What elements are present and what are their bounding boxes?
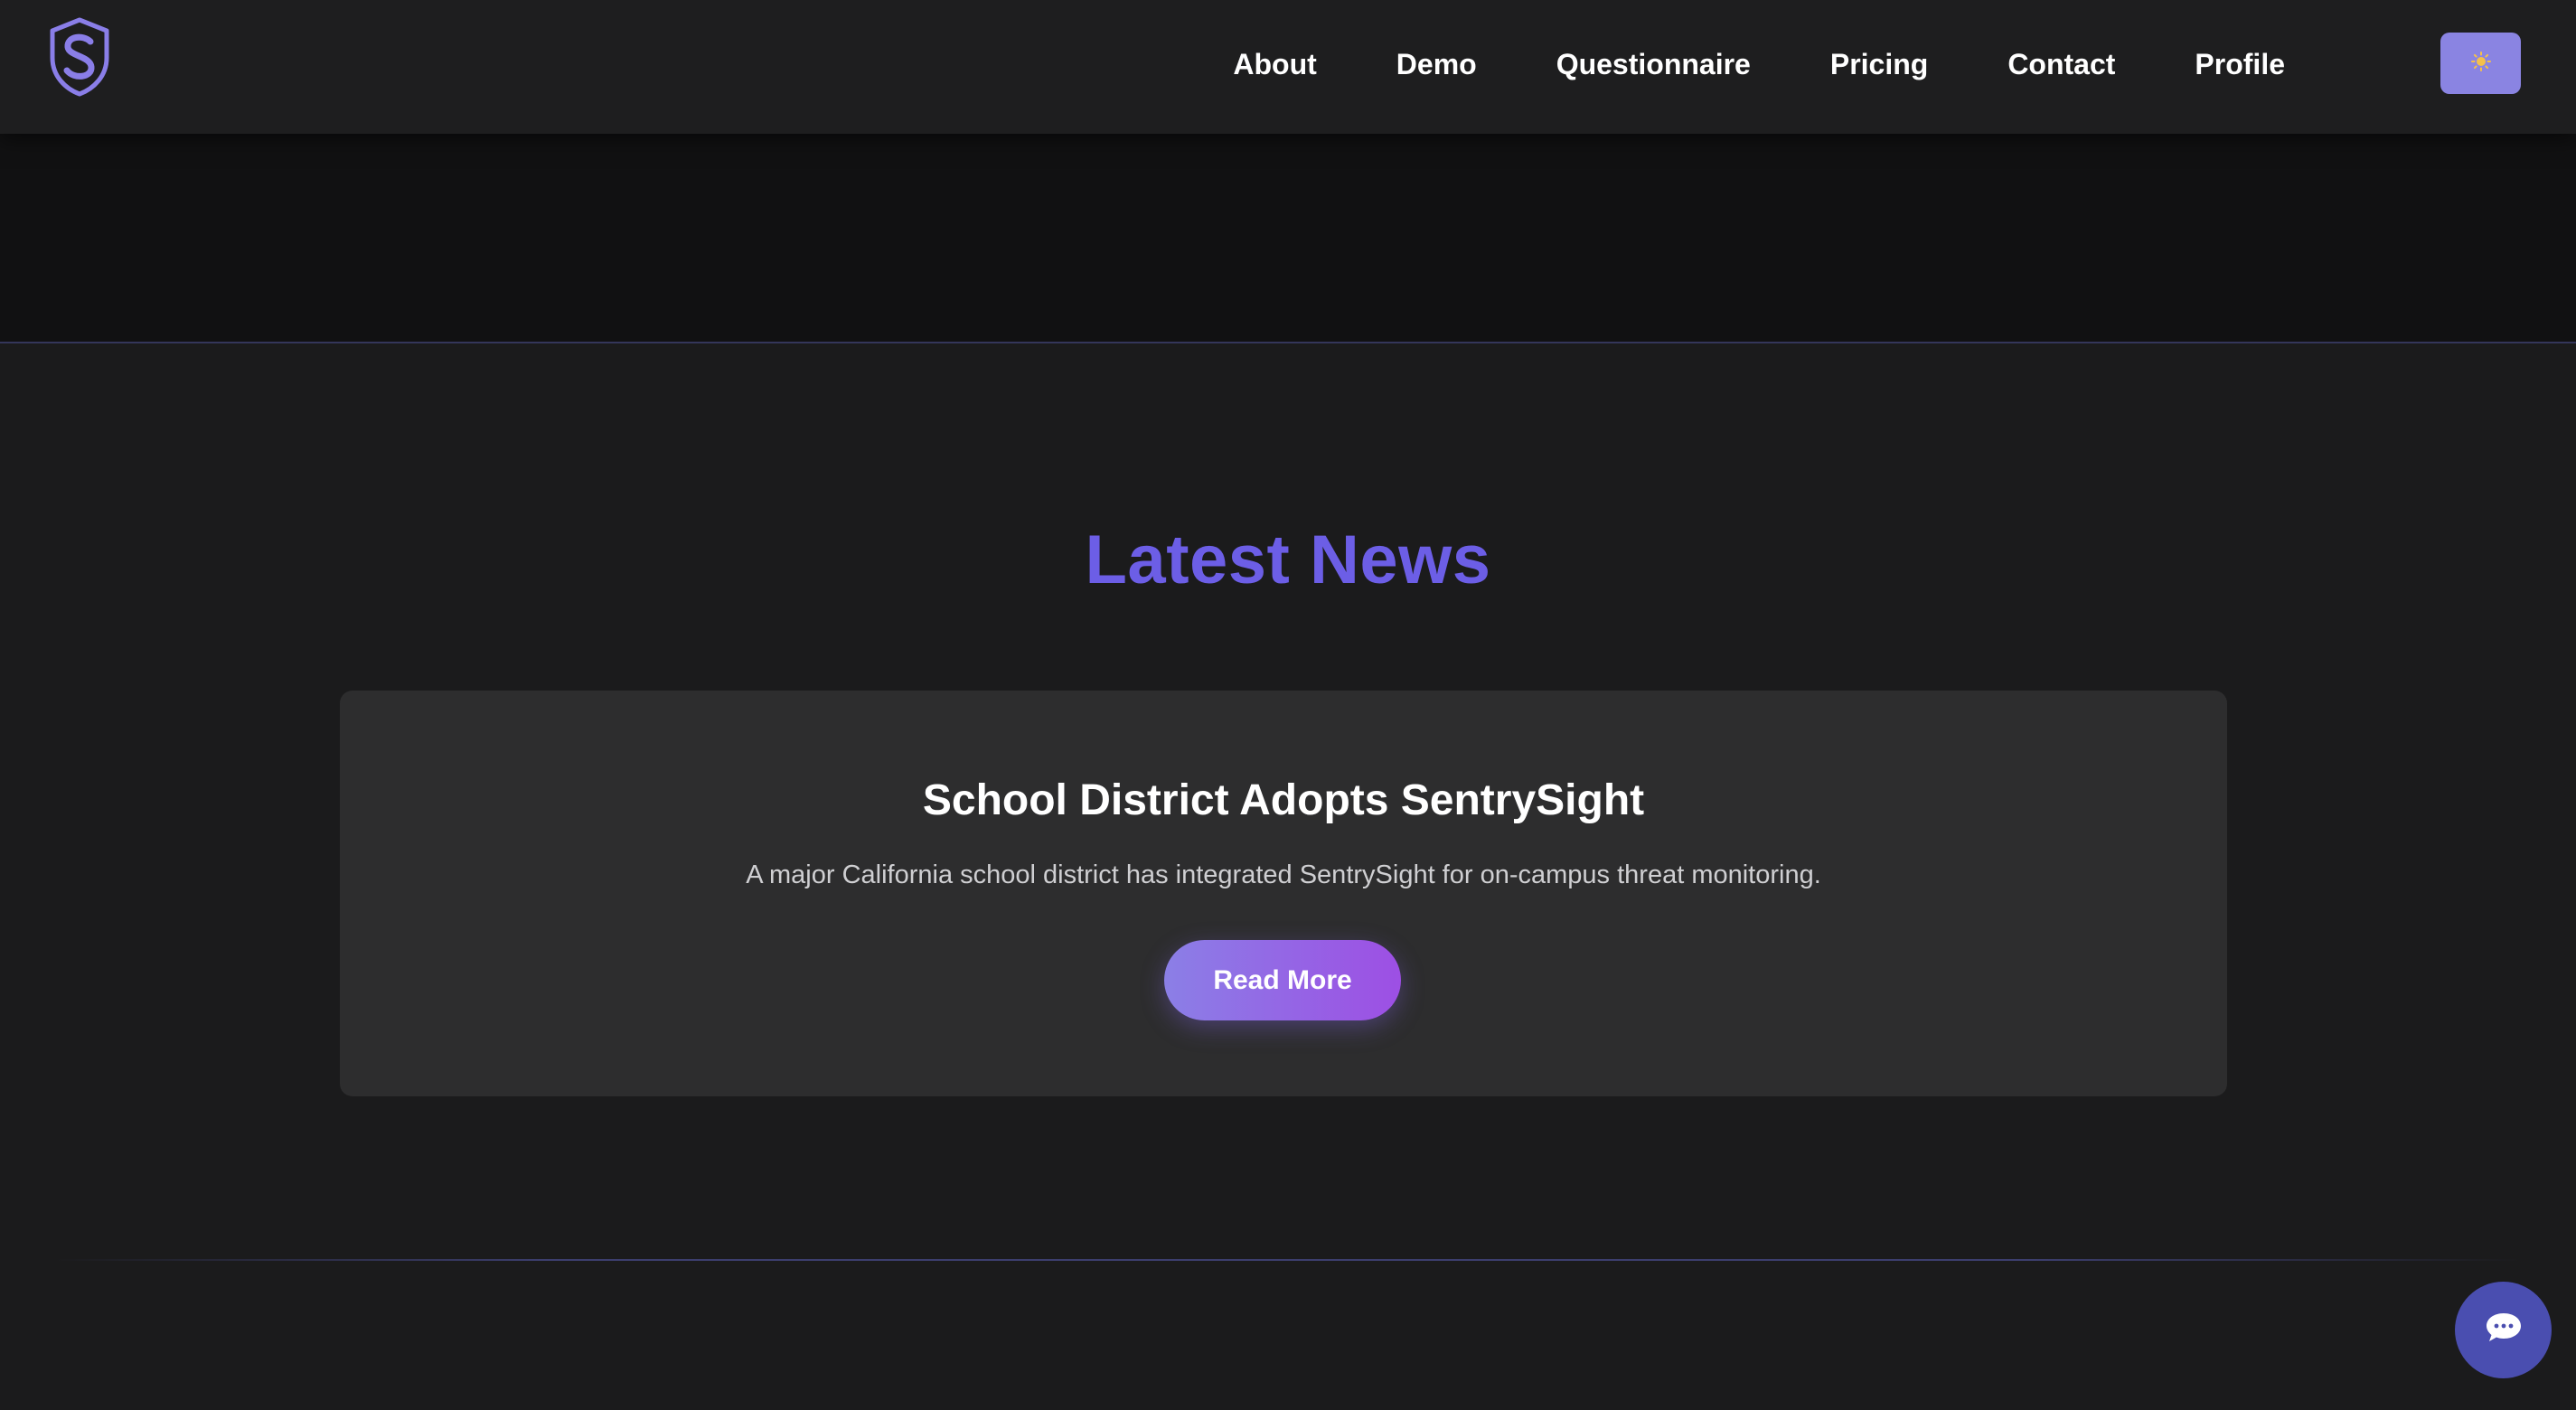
chat-bubble-icon: [2484, 1310, 2524, 1350]
nav-link-pricing[interactable]: Pricing: [1830, 48, 1928, 81]
theme-toggle-button[interactable]: [2440, 33, 2521, 94]
top-navbar: About Demo Questionnaire Pricing Contact…: [0, 0, 2576, 134]
sun-icon: [2470, 51, 2491, 76]
nav-link-profile[interactable]: Profile: [2195, 48, 2285, 81]
nav-link-contact[interactable]: Contact: [2007, 48, 2115, 81]
news-card-description: A major California school district has i…: [746, 860, 1821, 889]
chat-button[interactable]: [2455, 1282, 2552, 1378]
news-card: School District Adopts SentrySight A maj…: [340, 691, 2227, 1096]
nav-link-demo[interactable]: Demo: [1396, 48, 1477, 81]
latest-news-section: Latest News School District Adopts Sentr…: [0, 343, 2576, 1410]
nav-link-about[interactable]: About: [1233, 48, 1316, 81]
main-nav: About Demo Questionnaire Pricing Contact…: [1233, 0, 2285, 128]
shield-logo-icon[interactable]: [47, 16, 112, 98]
nav-link-questionnaire[interactable]: Questionnaire: [1556, 48, 1751, 81]
hero-band: [0, 134, 2576, 343]
section-title: Latest News: [1085, 522, 1491, 598]
read-more-button[interactable]: Read More: [1164, 940, 1401, 1020]
footer-divider: [54, 1259, 2522, 1261]
news-card-title: School District Adopts SentrySight: [922, 776, 1645, 824]
